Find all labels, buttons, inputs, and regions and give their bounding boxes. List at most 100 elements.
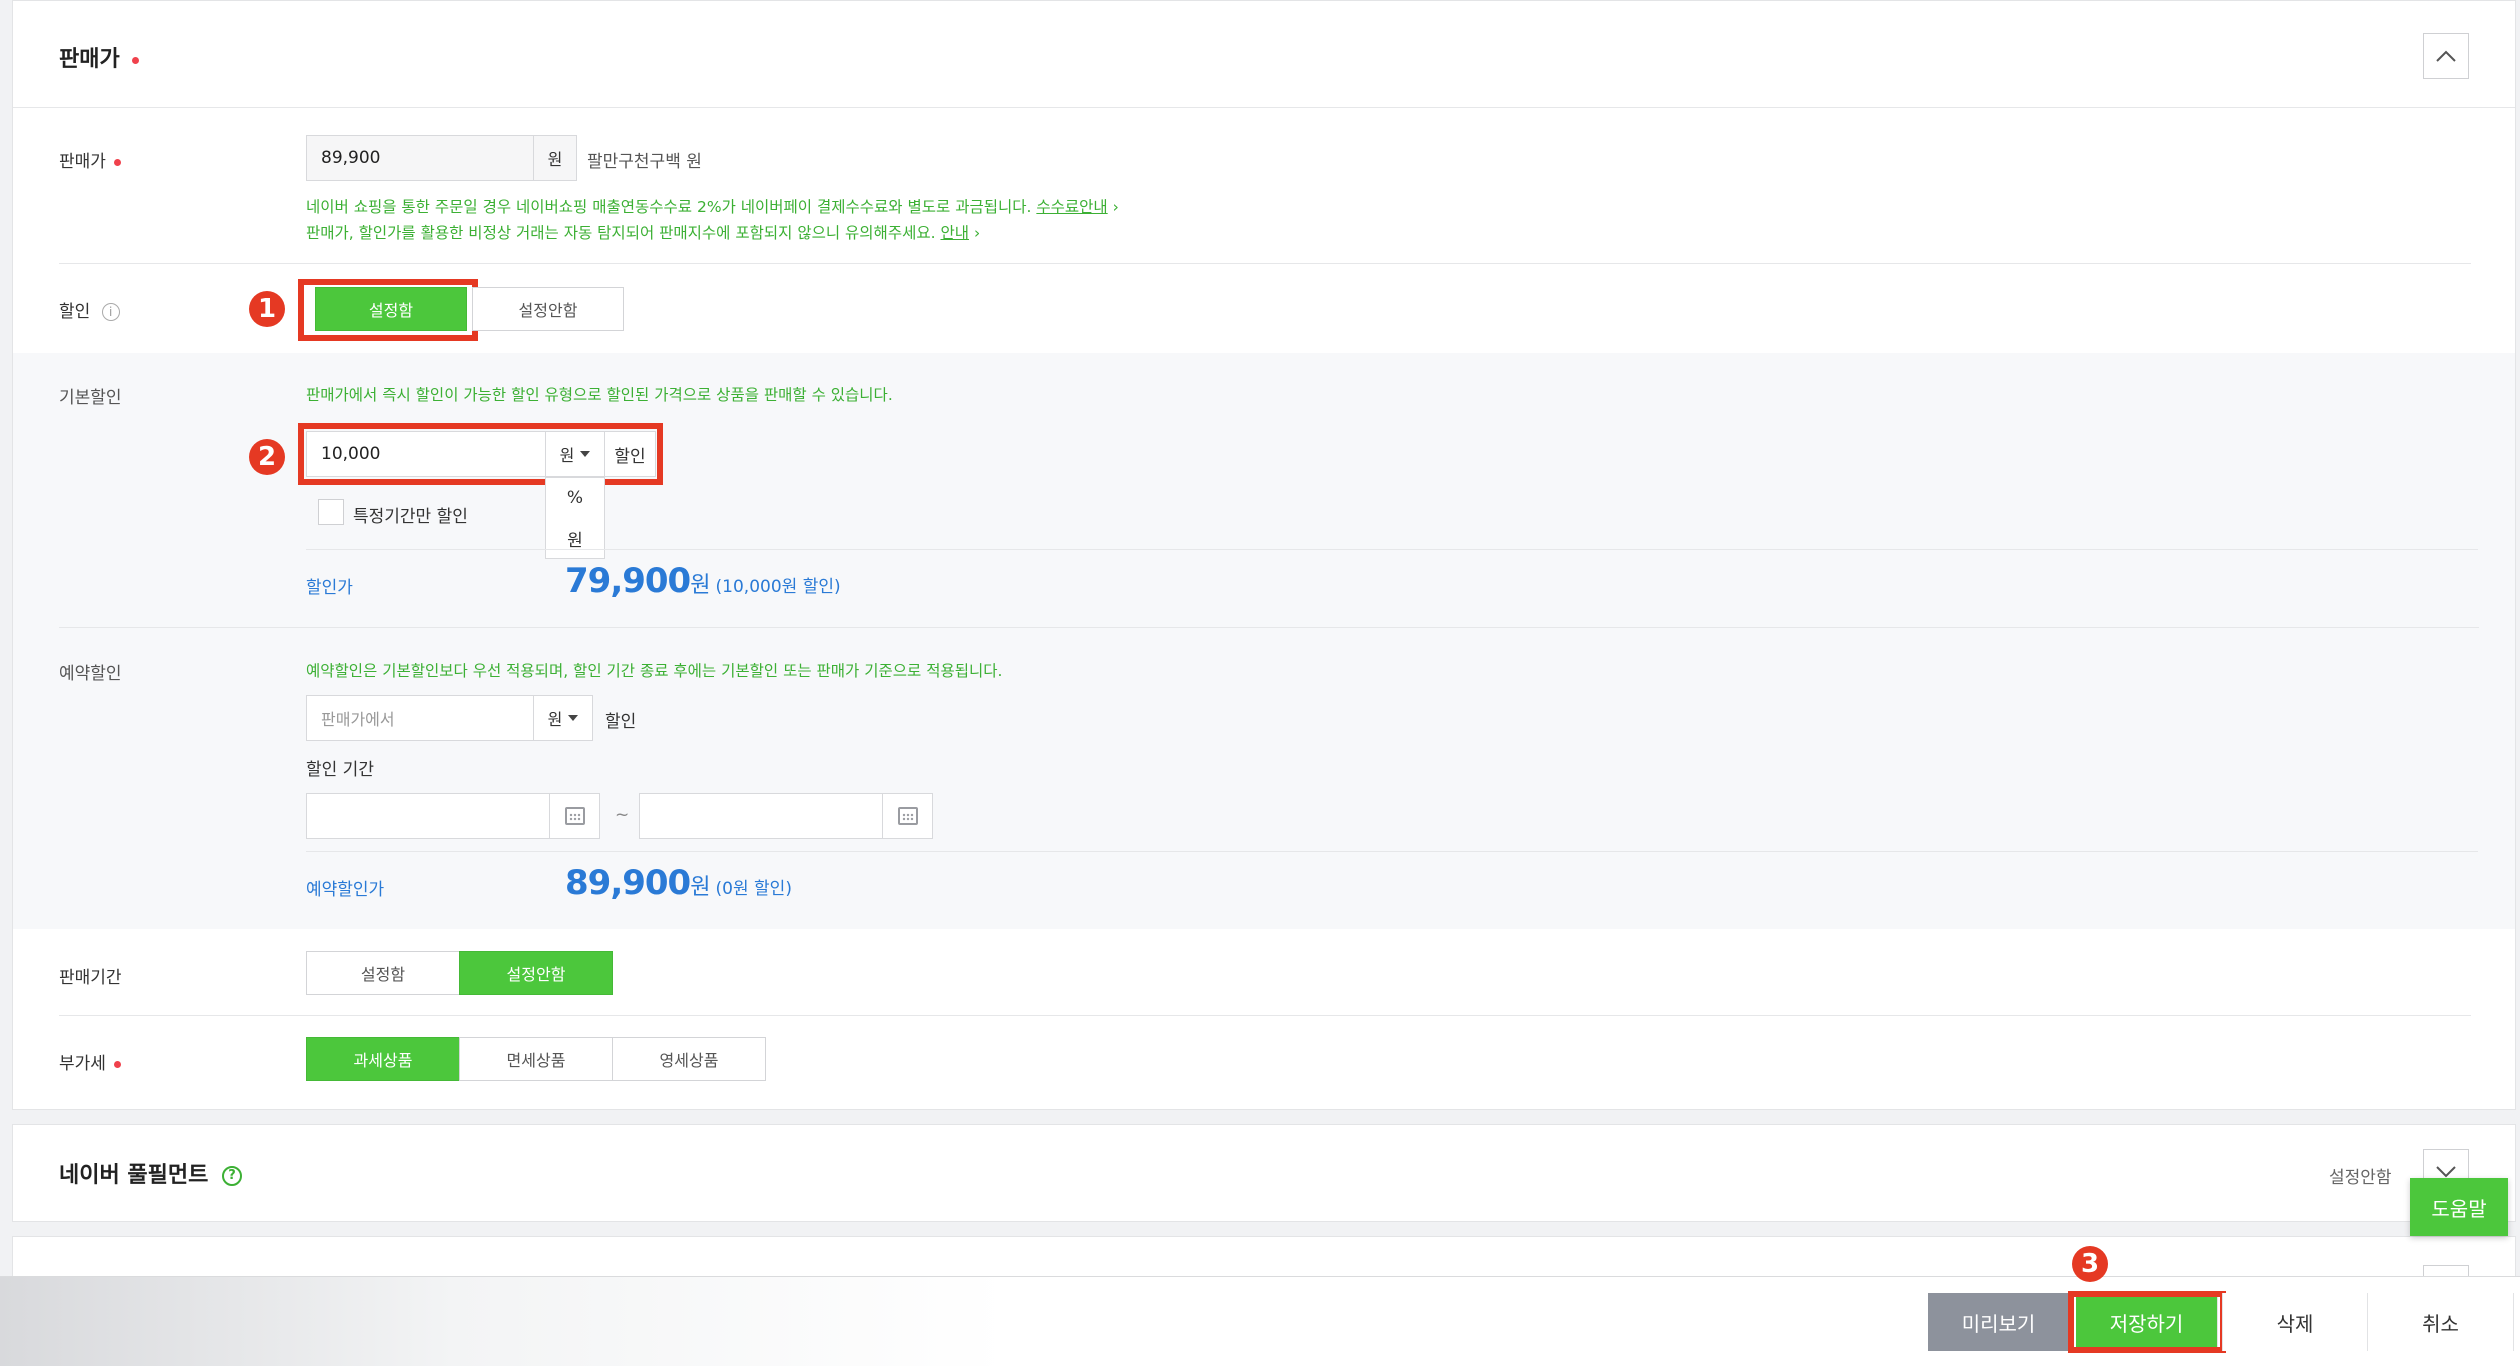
discount-label-text: 할인: [59, 302, 91, 322]
abnormal-trade-notice-text: 판매가, 할인가를 활용한 비정상 거래는 자동 탐지되어 판매지수에 포함되지…: [306, 224, 936, 242]
discounted-price-won: 원: [690, 573, 711, 598]
fulfillment-title: 네이버 풀필먼트 ?: [59, 1157, 243, 1189]
delete-button-label: 삭제: [2276, 1311, 2314, 1336]
reserve-discount-placeholder: 판매가에서: [321, 710, 395, 729]
commission-link[interactable]: 수수료안내: [1036, 198, 1107, 216]
basic-discount-unit-value: 원: [559, 446, 575, 465]
discount-off-button[interactable]: 설정안함: [472, 287, 624, 331]
calendar-button[interactable]: [882, 794, 932, 838]
divider: [59, 627, 2479, 628]
required-dot: [113, 1060, 121, 1068]
price-label-text: 판매가: [59, 152, 106, 172]
reserve-discount-unit-value: 원: [547, 710, 563, 729]
calendar-icon: [564, 807, 585, 825]
discount-off-label: 설정안함: [518, 301, 578, 320]
annotation-1-text: 1: [257, 294, 277, 324]
discounted-price: 79,900원 (10,000원 할인): [565, 561, 841, 601]
vat-exempt-label: 면세상품: [506, 1051, 566, 1070]
abnormal-trade-notice: 판매가, 할인가를 활용한 비정상 거래는 자동 탐지되어 판매지수에 포함되지…: [306, 221, 980, 243]
basic-discount-label: 기본할인: [59, 383, 122, 408]
required-dot: [113, 158, 121, 166]
reserve-discount-suffix: 할인: [605, 707, 636, 732]
unit-option-percent[interactable]: %: [546, 478, 604, 518]
price-unit-text: 원: [547, 150, 563, 169]
reserve-discount-suffix-text: 할인: [605, 712, 637, 732]
preview-button-label: 미리보기: [1961, 1311, 2036, 1336]
caret-down-icon: [580, 451, 591, 457]
price-label: 판매가: [59, 147, 121, 172]
divider: [59, 1015, 2471, 1016]
vat-label-text: 부가세: [59, 1054, 106, 1074]
reserve-price-label-text: 예약할인가: [306, 880, 385, 900]
price-unit: 원: [533, 135, 577, 181]
basic-discount-notice-text: 판매가에서 즉시 할인이 가능한 할인 유형으로 할인된 가격으로 상품을 판매…: [306, 386, 893, 404]
discounted-price-value: 79,900: [565, 561, 691, 601]
info-icon[interactable]: i: [101, 303, 120, 321]
vat-zero-rated-button[interactable]: 영세상품: [612, 1037, 766, 1081]
reserve-price-won: 원: [690, 875, 711, 900]
help-button-label: 도움말: [2431, 1196, 2487, 1221]
commission-notice: 네이버 쇼핑을 통한 주문일 경우 네이버쇼핑 매출연동수수료 2%가 네이버페…: [306, 195, 1119, 217]
reserve-discount-unit-select[interactable]: 원: [533, 695, 593, 741]
sale-period-off-button[interactable]: 설정안함: [459, 951, 613, 995]
delete-button[interactable]: 삭제: [2222, 1293, 2368, 1351]
basic-discount-suffix: 할인: [604, 431, 656, 477]
calendar-button[interactable]: [549, 794, 599, 838]
vat-exempt-button[interactable]: 면세상품: [459, 1037, 613, 1081]
collapse-button[interactable]: [2423, 33, 2469, 79]
discounted-price-label-text: 할인가: [306, 578, 353, 598]
sale-period-off-label: 설정안함: [506, 965, 566, 984]
price-input[interactable]: 89,900: [306, 135, 534, 181]
commission-notice-text: 네이버 쇼핑을 통한 주문일 경우 네이버쇼핑 매출연동수수료 2%가 네이버페…: [306, 198, 1032, 216]
annotation-3-text: 3: [2080, 1249, 2100, 1279]
period-only-label[interactable]: 특정기간만 할인: [353, 502, 468, 527]
price-korean: 팔만구천구백 원: [587, 147, 702, 172]
reserve-discount-label-text: 예약할인: [59, 664, 122, 684]
price-korean-text: 팔만구천구백 원: [587, 152, 702, 172]
period-only-checkbox[interactable]: [318, 499, 344, 525]
reserve-discount-amount-input[interactable]: 판매가에서: [306, 695, 534, 741]
guide-link[interactable]: 안내: [940, 224, 969, 242]
vat-taxable-button[interactable]: 과세상품: [306, 1037, 460, 1081]
basic-discount-label-text: 기본할인: [59, 388, 122, 408]
basic-discount-unit-select[interactable]: 원: [545, 431, 605, 477]
unit-dropdown-menu: % 원: [545, 477, 605, 559]
unit-option-won[interactable]: 원: [546, 518, 604, 558]
sale-period-on-button[interactable]: 설정함: [306, 951, 460, 995]
fulfillment-panel: 네이버 풀필먼트 ? 설정안함: [12, 1124, 2516, 1222]
price-value: 89,900: [321, 148, 381, 168]
caret-down-icon: [568, 715, 579, 721]
divider: [13, 107, 2515, 108]
reserve-price-label: 예약할인가: [306, 875, 384, 900]
basic-discount-amount-input[interactable]: 10,000: [306, 431, 546, 477]
section-title-text: 판매가: [59, 47, 120, 72]
preview-button[interactable]: 미리보기: [1928, 1293, 2070, 1351]
annotation-badge-2: 2: [249, 439, 285, 475]
discount-detail-area: 기본할인 판매가에서 즉시 할인이 가능한 할인 유형으로 할인된 가격으로 상…: [13, 353, 2515, 929]
period-only-label-text: 특정기간만 할인: [353, 507, 468, 527]
fulfillment-status-text: 설정안함: [2329, 1168, 2392, 1188]
discount-period-label-text: 할인 기간: [306, 760, 374, 780]
reserve-discount-notice-text: 예약할인은 기본할인보다 우선 적용되며, 할인 기간 종료 후에는 기본할인 …: [306, 662, 1003, 680]
help-icon[interactable]: ?: [222, 1166, 243, 1186]
fulfillment-status: 설정안함: [2329, 1163, 2392, 1188]
calendar-icon: [897, 807, 918, 825]
section-title: 판매가: [59, 41, 139, 73]
period-start-date-input[interactable]: [306, 793, 600, 839]
cancel-button[interactable]: 취소: [2368, 1293, 2514, 1351]
divider: [306, 549, 2478, 550]
annotation-2-text: 2: [257, 442, 277, 472]
reserve-discount-label: 예약할인: [59, 659, 122, 684]
sale-price-panel: 판매가 판매가 89,900 원 팔만구천구백 원 네이버 쇼핑을 통한 주문일…: [12, 0, 2516, 1110]
discount-on-button[interactable]: 설정함: [315, 287, 467, 331]
save-button[interactable]: 저장하기: [2076, 1297, 2218, 1347]
discount-label: 할인 i: [59, 297, 120, 322]
required-dot: [131, 56, 139, 64]
help-button[interactable]: 도움말: [2410, 1178, 2508, 1236]
date-range-tilde-text: ~: [615, 805, 630, 825]
vat-zero-rated-label: 영세상품: [659, 1051, 719, 1070]
basic-discount-suffix-text: 할인: [614, 446, 646, 467]
period-end-date-input[interactable]: [639, 793, 933, 839]
sale-period-label-text: 판매기간: [59, 968, 122, 988]
bottom-action-bar: 미리보기 저장하기 삭제 취소: [0, 1276, 2520, 1366]
